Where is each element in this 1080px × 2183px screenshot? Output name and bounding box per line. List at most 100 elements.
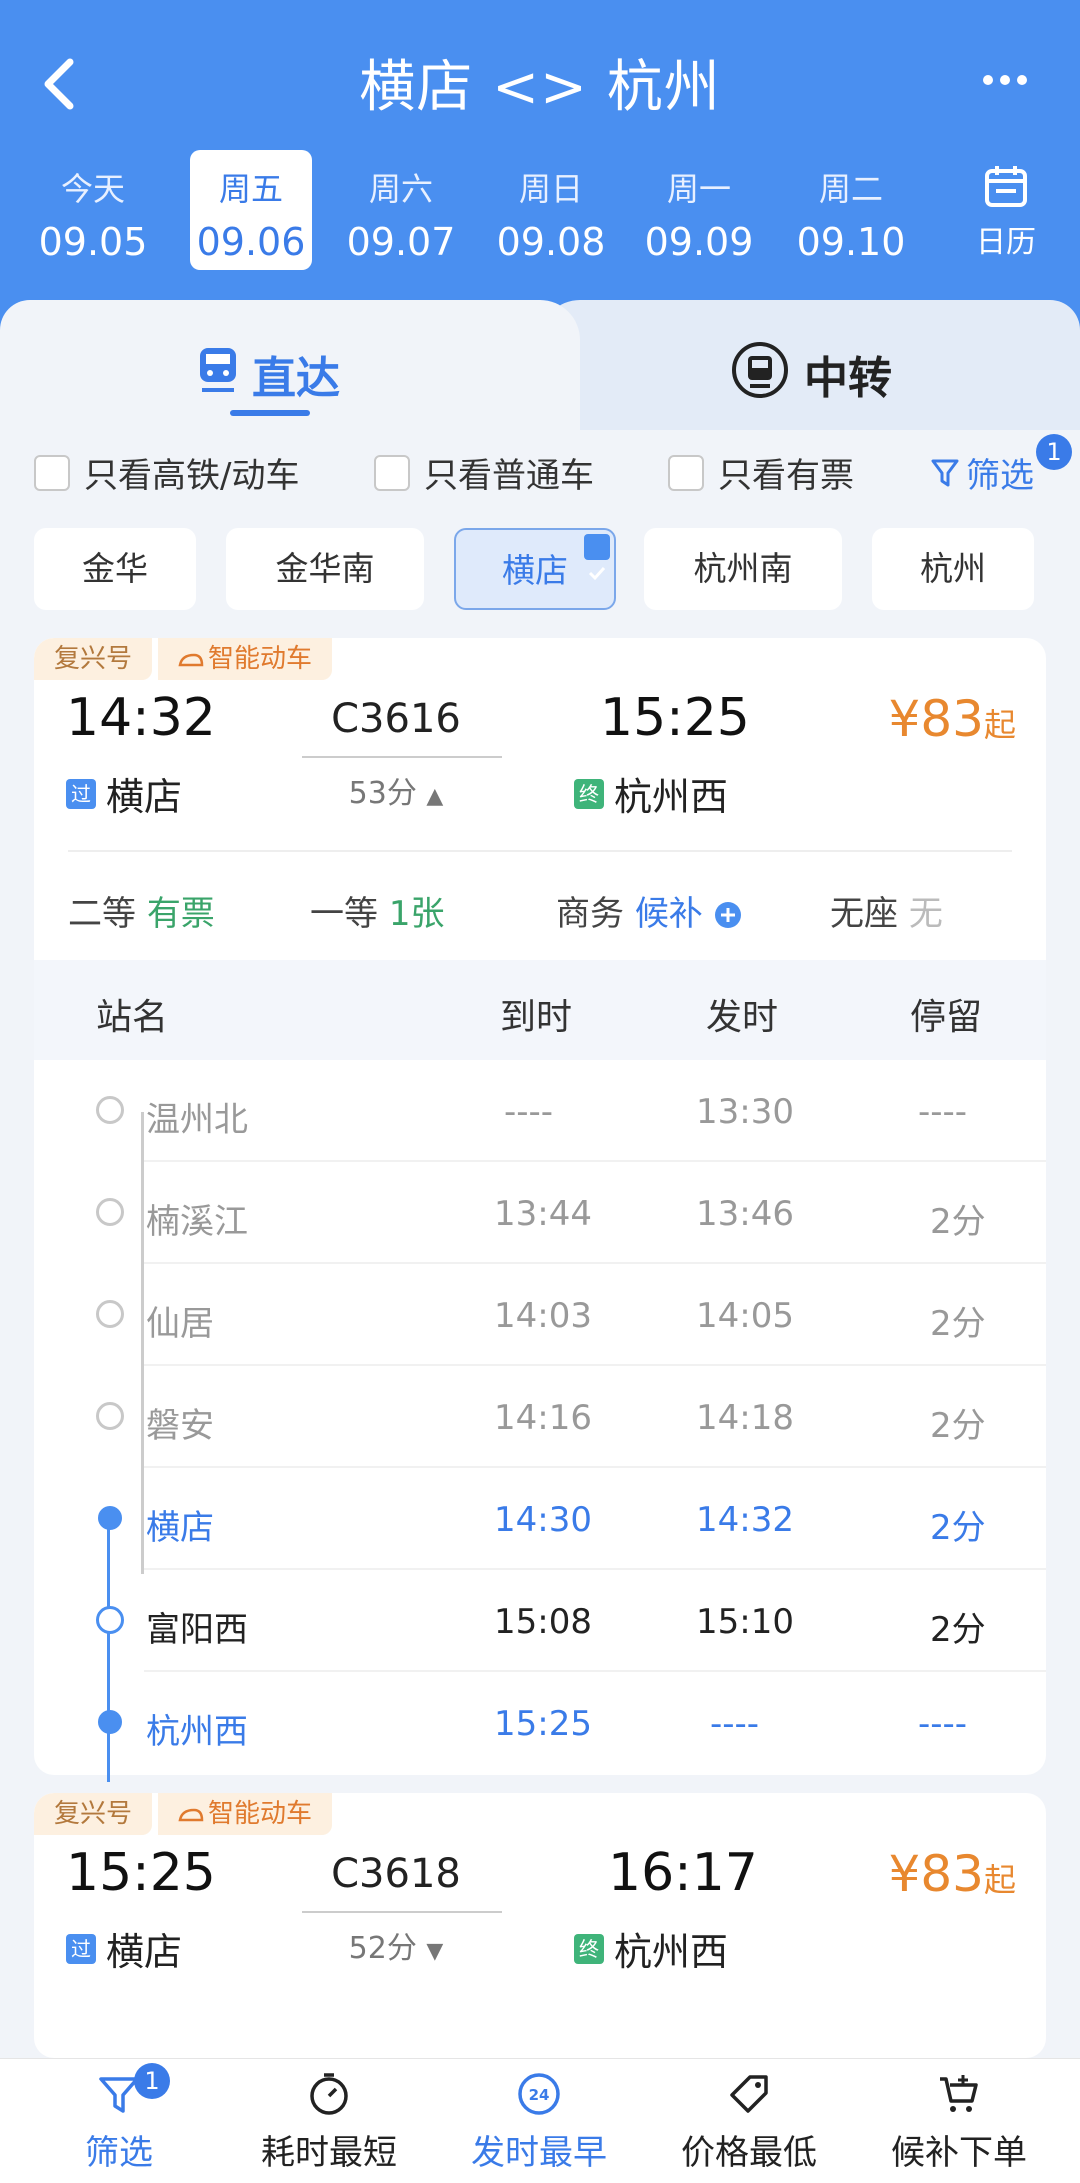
stop-stay: 2分 [930, 1508, 986, 1548]
calendar-button[interactable]: 日历 [956, 163, 1056, 263]
price-tag-icon [730, 2075, 768, 2113]
train-tags: 复兴号 智能动车 [34, 638, 338, 680]
train-card[interactable]: 复兴号 智能动车 15:25 C3618 52分 ▼ 16:17 ¥83起 过横… [34, 1793, 1046, 2058]
date-weekday: 周六 [368, 170, 433, 208]
tab-transfer[interactable]: 中转 [540, 300, 1080, 430]
sort-cheapest-tab[interactable]: 价格最低 [644, 2071, 854, 2174]
calendar-icon [985, 166, 1027, 207]
stop-stay: ---- [918, 1704, 968, 1744]
stop-stay: ---- [918, 1092, 968, 1132]
bullet-train-icon [178, 1808, 204, 1822]
only-high-speed-checkbox[interactable]: 只看高铁/动车 [34, 448, 299, 497]
price-value: ¥83 [888, 690, 984, 748]
filter-button[interactable]: 筛选 [930, 448, 1034, 497]
departure-station: 过横店 [66, 1921, 182, 1976]
departure-time: 15:25 [66, 1843, 216, 1903]
filter-count-badge: 1 [134, 2063, 170, 2099]
date-item[interactable]: 周日 09.08 [490, 150, 612, 270]
terminal-station-badge: 终 [574, 1933, 604, 1964]
sort-shortest-tab[interactable]: 耗时最短 [224, 2071, 434, 2174]
seat-type: 二等 [68, 894, 136, 934]
route-line [302, 756, 502, 758]
column-header-depart: 发时 [706, 997, 779, 1038]
filter-row: 只看高铁/动车 只看普通车 只看有票 筛选 1 [34, 434, 1072, 498]
date-item[interactable]: 周一 09.09 [638, 150, 760, 270]
train-tag: 复兴号 [34, 1793, 153, 1835]
seat-second-class: 二等 有票 [68, 886, 215, 935]
stop-arrive: 15:08 [494, 1602, 592, 1642]
train-number: C3618 [331, 1851, 461, 1897]
stop-arrive: ---- [504, 1092, 554, 1132]
filter-tab[interactable]: 筛选 [14, 2071, 224, 2174]
stop-row-alighting: 杭州西 15:25 ---- ---- [34, 1672, 1046, 1774]
station-chip[interactable]: 杭州南 [644, 528, 842, 610]
date-item[interactable]: 今天 09.05 [32, 150, 154, 270]
only-available-checkbox[interactable]: 只看有票 [668, 448, 854, 497]
column-header-station: 站名 [96, 997, 169, 1038]
stop-table: 温州北 ---- 13:30 ---- 楠溪江 13:44 13:46 2分 仙居 14:03… [34, 1060, 1046, 1782]
seat-status: 有票 [146, 894, 215, 934]
checkbox-box [34, 454, 70, 491]
checkbox-label: 只看有票 [718, 456, 854, 496]
column-header-stay: 停留 [910, 997, 983, 1038]
stop-name: 横店 [146, 1508, 214, 1548]
train-tags: 复兴号 智能动车 [34, 1793, 338, 1835]
seat-type: 无座 [830, 894, 898, 934]
arrival-station-name: 杭州西 [614, 775, 729, 819]
date-value: 09.05 [38, 220, 148, 264]
filter-label: 筛选 [966, 456, 1034, 496]
expand-arrow-icon: ▼ [426, 1939, 444, 1964]
stop-row: 富阳西 15:08 15:10 2分 [34, 1570, 1046, 1672]
seat-business-class[interactable]: 商务 候补 [556, 886, 742, 935]
stop-stay: 2分 [930, 1202, 986, 1242]
date-value: 09.10 [796, 220, 906, 264]
waitlist-order-tab[interactable]: 候补下单 [854, 2071, 1064, 2174]
station-chip[interactable]: 金华南 [226, 528, 424, 610]
timer-icon [310, 2073, 348, 2115]
duration-text: 52分 [348, 1931, 417, 1966]
seat-type: 商务 [556, 894, 624, 934]
date-item-selected[interactable]: 周五 09.06 [190, 150, 312, 270]
date-value: 09.08 [496, 220, 606, 264]
price: ¥83起 [889, 1845, 1016, 1903]
date-weekday: 周一 [666, 170, 731, 208]
seat-no-seat: 无座 无 [830, 886, 943, 935]
route-tabs: 中转 直达 [0, 300, 1080, 430]
stop-name: 楠溪江 [146, 1202, 248, 1242]
stop-arrive: 14:30 [494, 1500, 592, 1540]
more-dots-icon [983, 75, 1027, 85]
seat-first-class: 一等 1张 [310, 886, 444, 935]
duration[interactable]: 52分 ▼ [296, 1923, 496, 1967]
tab-direct[interactable]: 直达 [0, 300, 580, 430]
more-button[interactable] [960, 48, 1050, 108]
date-item[interactable]: 周二 09.10 [790, 150, 912, 270]
sort-earliest-label: 发时最早 [471, 2133, 607, 2173]
only-normal-checkbox[interactable]: 只看普通车 [374, 448, 594, 497]
bottom-toolbar: 筛选 1 耗时最短 24 发时最早 价格最低 候补下单 [0, 2058, 1080, 2183]
sort-earliest-tab[interactable]: 24 发时最早 [434, 2071, 644, 2174]
arrival-station: 终杭州西 [574, 766, 728, 821]
price-suffix: 起 [983, 706, 1016, 744]
station-chip[interactable]: 金华 [34, 528, 196, 610]
date-item[interactable]: 周六 09.07 [340, 150, 462, 270]
stop-row-boarding: 横店 14:30 14:32 2分 [34, 1468, 1046, 1570]
arrival-time: 16:17 [608, 1843, 758, 1903]
station-chip-selected[interactable]: 横店 [454, 528, 616, 610]
stop-depart: ---- [710, 1704, 760, 1744]
stop-stay: 2分 [930, 1610, 986, 1650]
duration[interactable]: 53分 ▲ [296, 768, 496, 812]
station-chip[interactable]: 杭州 [872, 528, 1034, 610]
train-tag-text: 智能动车 [208, 644, 313, 674]
seat-availability: 二等 有票 一等 1张 商务 候补 无座 无 [68, 886, 1028, 936]
filter-count-badge: 1 [1036, 434, 1072, 470]
calendar-label: 日历 [976, 225, 1036, 260]
stop-row: 仙居 14:03 14:05 2分 [34, 1264, 1046, 1366]
train-number: C3616 [331, 696, 461, 742]
expand-arrow-icon: ▲ [426, 784, 444, 809]
transfer-train-icon [732, 342, 788, 398]
date-value: 09.06 [196, 220, 306, 264]
train-tag-text: 智能动车 [208, 1799, 313, 1829]
departure-station-name: 横店 [106, 1930, 183, 1974]
date-weekday: 周二 [818, 170, 883, 208]
stop-dot [96, 1096, 124, 1124]
